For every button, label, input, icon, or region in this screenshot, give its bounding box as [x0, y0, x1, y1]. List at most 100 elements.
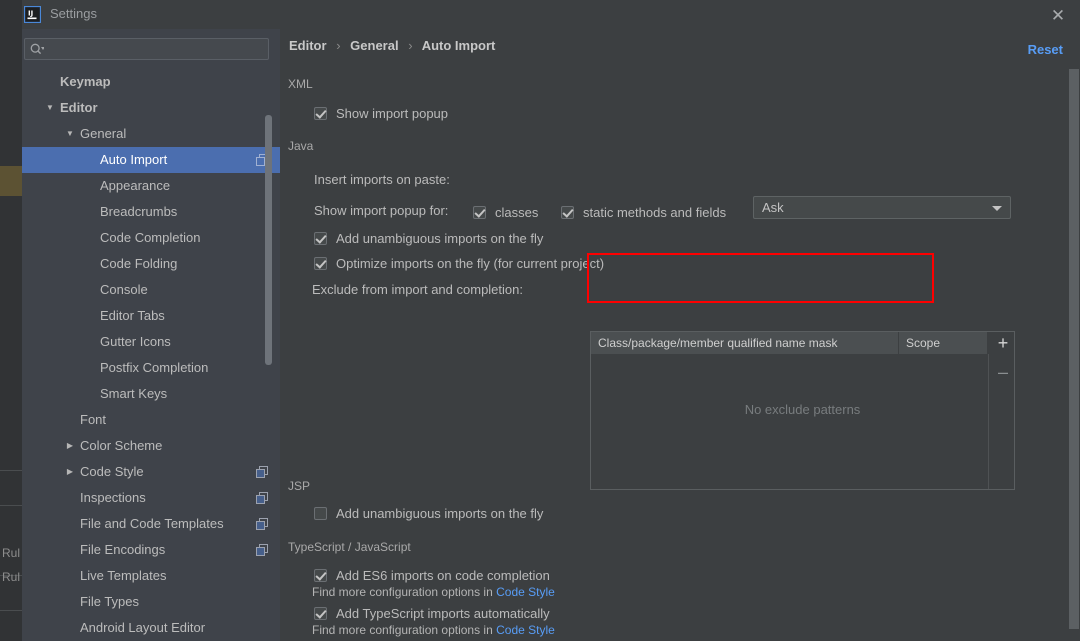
chevron-down-icon[interactable]: ▼	[44, 95, 56, 121]
sidebar-item-editor[interactable]: ▼ Editor	[22, 95, 280, 121]
hint-code-style-typescript: Find more configuration options in Code …	[312, 623, 555, 637]
sidebar-item-label: File Types	[80, 594, 140, 609]
hint-text: Find more configuration options in	[312, 585, 497, 599]
breadcrumb-item-general[interactable]: General	[350, 38, 398, 53]
sidebar-item-breadcrumbs[interactable]: Breadcrumbs	[22, 199, 280, 225]
label-insert-imports-on-paste: Insert imports on paste:	[314, 172, 450, 187]
settings-sidebar: Keymap ▼ Editor ▼ General Auto Import Appearan…	[22, 29, 280, 641]
checkbox-xml-show-import-popup[interactable]: Show import popup	[314, 104, 448, 122]
sidebar-item-label: Postfix Completion	[100, 360, 209, 375]
sidebar-item-file-and-code-templates[interactable]: File and Code Templates	[22, 511, 280, 537]
sidebar-item-android-layout-editor[interactable]: Android Layout Editor	[22, 615, 280, 641]
svg-text:IJ: IJ	[28, 10, 33, 18]
main-scrollbar-track[interactable]	[1068, 29, 1080, 641]
checkbox-box[interactable]	[314, 231, 327, 245]
chevron-right-icon[interactable]: ▶	[64, 459, 76, 485]
reset-link[interactable]: Reset	[1028, 42, 1063, 57]
sidebar-item-editor-tabs[interactable]: Editor Tabs	[22, 303, 280, 329]
checkbox-label: classes	[495, 204, 539, 220]
group-title-jsp: JSP	[288, 479, 318, 493]
sidebar-item-label: Appearance	[100, 178, 171, 193]
sidebar-item-auto-import[interactable]: Auto Import	[22, 147, 280, 173]
group-rule	[288, 147, 1054, 148]
checkbox-classes[interactable]: classes	[473, 203, 538, 221]
code-style-link[interactable]: Code Style	[496, 623, 555, 637]
checkbox-label: Add unambiguous imports on the fly	[336, 505, 544, 521]
sidebar-item-code-style[interactable]: ▶ Code Style	[22, 459, 280, 485]
sidebar-scrollbar-thumb[interactable]	[265, 115, 272, 365]
sidebar-item-console[interactable]: Console	[22, 277, 280, 303]
group-xml: XML	[288, 77, 1054, 92]
label-show-import-popup-for: Show import popup for:	[314, 203, 449, 218]
search-box	[22, 29, 280, 69]
copy-settings-icon[interactable]	[256, 492, 268, 504]
sidebar-item-inspections[interactable]: Inspections	[22, 485, 280, 511]
table-body[interactable]: No exclude patterns	[591, 354, 1014, 489]
breadcrumb-separator: ›	[336, 38, 341, 53]
sidebar-item-label: Gutter Icons	[100, 334, 171, 349]
checkbox-label: Optimize imports on the fly (for current…	[336, 255, 605, 271]
insert-imports-dropdown[interactable]: Ask	[753, 196, 1011, 219]
settings-main-panel: Editor › General › Auto Import Reset XML…	[280, 29, 1080, 641]
sidebar-item-keymap[interactable]: Keymap	[22, 69, 280, 95]
sidebar-item-appearance[interactable]: Appearance	[22, 173, 280, 199]
sidebar-item-code-completion[interactable]: Code Completion	[22, 225, 280, 251]
checkbox-box[interactable]	[314, 106, 327, 120]
group-java: Java	[288, 139, 1054, 154]
sidebar-item-smart-keys[interactable]: Smart Keys	[22, 381, 280, 407]
checkbox-box[interactable]	[314, 506, 327, 520]
sidebar-item-postfix-completion[interactable]: Postfix Completion	[22, 355, 280, 381]
sidebar-item-code-folding[interactable]: Code Folding	[22, 251, 280, 277]
breadcrumb-item-editor[interactable]: Editor	[289, 38, 327, 53]
close-icon[interactable]: ✕	[1046, 4, 1070, 26]
checkbox-box[interactable]	[314, 606, 327, 620]
checkbox-add-typescript-imports[interactable]: Add TypeScript imports automatically	[314, 604, 550, 622]
table-header-row: Class/package/member qualified name mask…	[591, 332, 1014, 354]
checkbox-box[interactable]	[314, 256, 327, 270]
dialog-titlebar: IJ Settings ✕	[22, 0, 1080, 29]
sidebar-item-label: Code Completion	[100, 230, 201, 245]
copy-settings-icon[interactable]	[256, 544, 268, 556]
table-column-header-scope[interactable]: Scope	[899, 332, 988, 354]
sidebar-item-file-encodings[interactable]: File Encodings	[22, 537, 280, 563]
highlight-annotation-box	[587, 253, 934, 303]
checkbox-box[interactable]	[561, 205, 574, 219]
settings-dialog: IJ Settings ✕ Keymap ▼ Editor ▼ General Auto …	[0, 0, 1080, 641]
sidebar-item-label: File Encodings	[80, 542, 166, 557]
copy-settings-icon[interactable]	[256, 518, 268, 530]
sidebar-item-label: Keymap	[60, 74, 111, 89]
checkbox-add-es6-imports[interactable]: Add ES6 imports on code completion	[314, 566, 550, 584]
code-style-link[interactable]: Code Style	[496, 585, 555, 599]
remove-pattern-button[interactable]: –	[994, 363, 1012, 381]
search-input[interactable]	[24, 38, 269, 60]
sidebar-item-label: Code Style	[80, 464, 144, 479]
main-scrollbar-thumb[interactable]	[1069, 69, 1079, 629]
table-column-header-mask[interactable]: Class/package/member qualified name mask	[591, 332, 899, 354]
checkbox-add-unambiguous-imports-jsp[interactable]: Add unambiguous imports on the fly	[314, 504, 543, 522]
sidebar-item-gutter-icons[interactable]: Gutter Icons	[22, 329, 280, 355]
add-pattern-button[interactable]: +	[994, 334, 1012, 352]
sidebar-item-general[interactable]: ▼ General	[22, 121, 280, 147]
checkbox-box[interactable]	[473, 205, 486, 219]
checkbox-optimize-imports-on-the-fly[interactable]: Optimize imports on the fly (for current…	[314, 254, 604, 272]
sidebar-scrollbar-track[interactable]	[265, 71, 276, 633]
chevron-down-icon[interactable]: ▼	[64, 121, 76, 147]
sidebar-item-label: Live Templates	[80, 568, 167, 583]
chevron-right-icon[interactable]: ▶	[64, 433, 76, 459]
checkbox-box[interactable]	[314, 568, 327, 582]
sidebar-item-color-scheme[interactable]: ▶ Color Scheme	[22, 433, 280, 459]
sidebar-item-file-types[interactable]: File Types	[22, 589, 280, 615]
sidebar-item-font[interactable]: Font	[22, 407, 280, 433]
sidebar-item-live-templates[interactable]: Live Templates	[22, 563, 280, 589]
breadcrumb: Editor › General › Auto Import	[289, 38, 495, 53]
dialog-title: Settings	[50, 6, 97, 21]
group-title-typescript-javascript: TypeScript / JavaScript	[288, 540, 418, 554]
checkbox-label: Add ES6 imports on code completion	[336, 567, 550, 583]
checkbox-add-unambiguous-imports-java[interactable]: Add unambiguous imports on the fly	[314, 229, 543, 247]
breadcrumb-separator: ›	[408, 38, 413, 53]
copy-settings-icon[interactable]	[256, 466, 268, 478]
sidebar-item-label: File and Code Templates	[80, 516, 224, 531]
checkbox-static-methods-and-fields[interactable]: static methods and fields	[561, 203, 726, 221]
hint-code-style-es6: Find more configuration options in Code …	[312, 585, 555, 599]
table-empty-message: No exclude patterns	[744, 402, 861, 417]
